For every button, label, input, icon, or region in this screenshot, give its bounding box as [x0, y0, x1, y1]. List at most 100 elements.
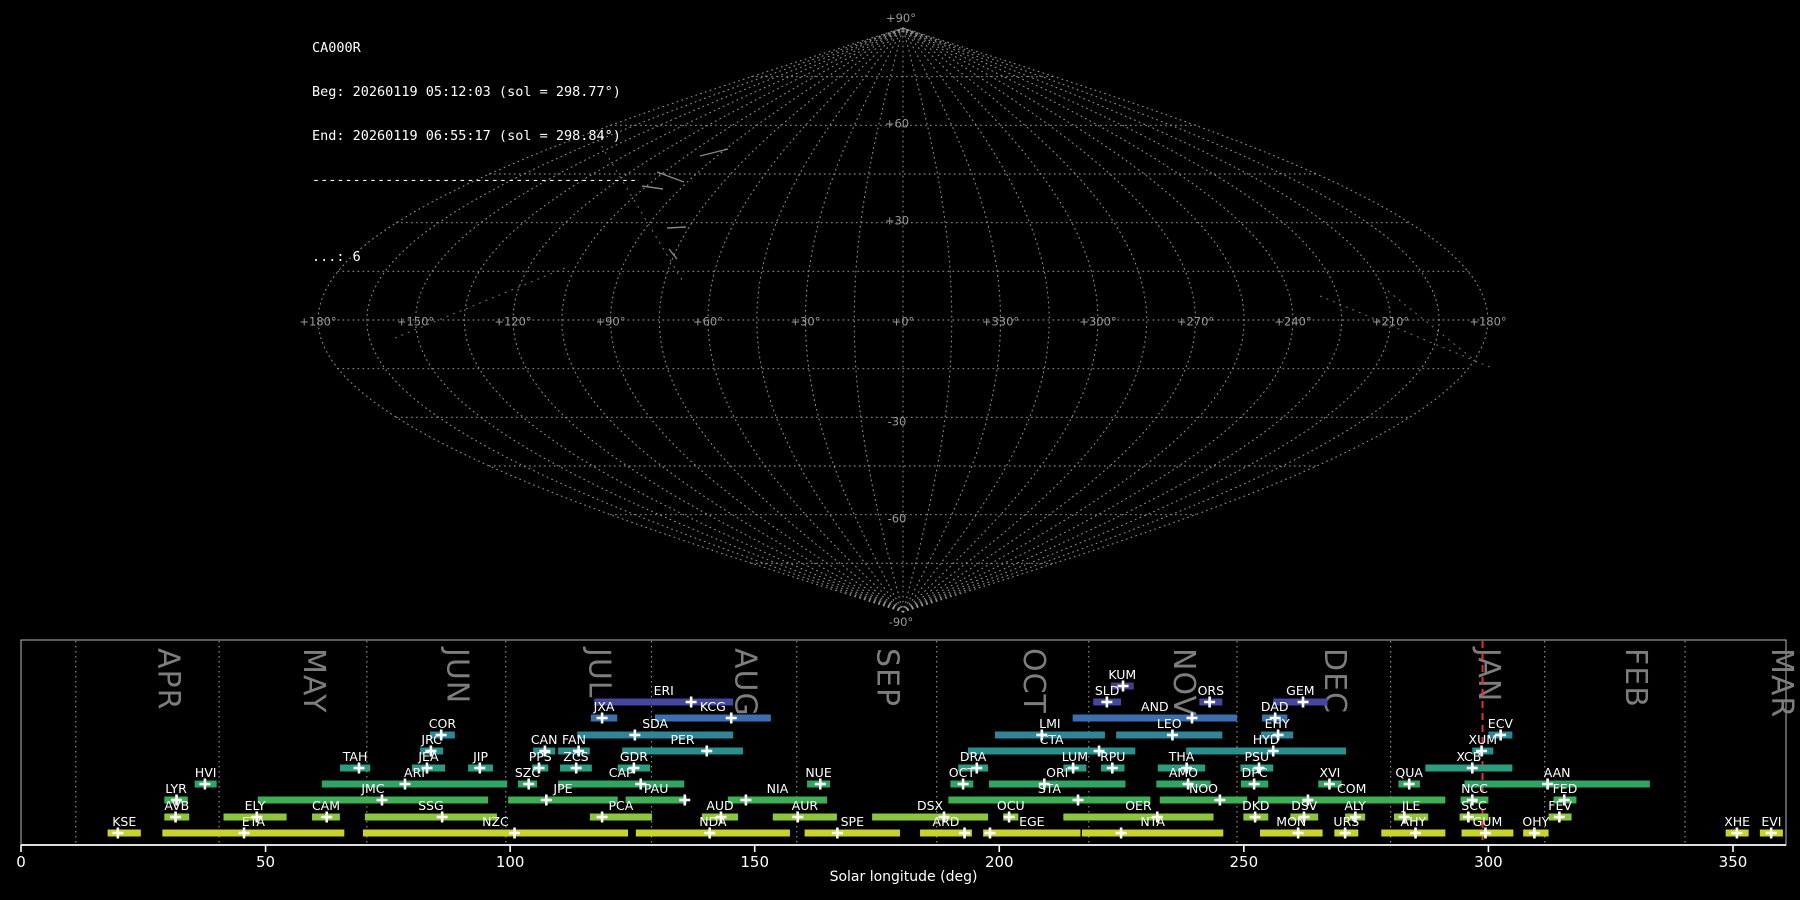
shower-bar-SDA	[577, 731, 734, 739]
shower-label-ETA: ETA	[242, 814, 266, 829]
shower-label-SDA: SDA	[642, 716, 668, 731]
shower-bar-JPE	[508, 796, 618, 804]
shower-label-JIP: JIP	[472, 749, 488, 764]
peak-marker-ERI	[685, 696, 697, 708]
shower-bar-JMC	[257, 796, 489, 804]
shower-label-THA: THA	[1168, 749, 1195, 764]
shower-label-URS: URS	[1333, 814, 1359, 829]
peak-marker-OCU	[1003, 811, 1015, 823]
shower-label-OHY: OHY	[1522, 814, 1549, 829]
shower-bar-STA	[948, 796, 1151, 804]
shower-label-PPS: PPS	[529, 749, 552, 764]
shower-label-KSE: KSE	[112, 814, 136, 829]
x-axis: 0 50 100 150 200 250 300 350 Solar longitude (de…	[16, 844, 1786, 885]
shower-label-CAM: CAM	[312, 798, 340, 813]
x-tick-label: 200	[985, 853, 1014, 871]
shower-label-SLD: SLD	[1095, 683, 1120, 698]
reference-arc	[1319, 295, 1493, 369]
peak-marker-LEO	[1166, 729, 1178, 741]
shower-label-QUA: QUA	[1395, 765, 1423, 780]
longitude-label: +90°	[595, 315, 625, 329]
session-info-block: CA000R Beg: 20260119 05:12:03 (sol = 298…	[312, 12, 637, 293]
figure-canvas: +90° -90° +180° +150° +120° +90° +60° +30° +0° +3…	[16, 11, 1799, 885]
shower-label-LUM: LUM	[1062, 749, 1088, 764]
x-tick-label: 150	[740, 853, 769, 871]
longitude-label: +60°	[693, 315, 723, 329]
shower-label-AUR: AUR	[792, 798, 819, 813]
peak-marker-PAU	[679, 794, 691, 806]
shower-label-FAN: FAN	[562, 732, 586, 747]
month-label: FEB	[1618, 648, 1653, 708]
meteor-trail	[641, 185, 664, 190]
peak-marker-NUE	[814, 778, 826, 790]
shower-label-XVI: XVI	[1320, 765, 1341, 780]
shower-label-OCT: OCT	[949, 765, 976, 780]
longitude-label: +330°	[982, 315, 1019, 329]
meteor-trail	[666, 226, 687, 229]
longitude-label: +120°	[494, 315, 531, 329]
shower-label-KCG: KCG	[700, 699, 726, 714]
shower-label-NZC: NZC	[482, 814, 509, 829]
shower-label-PER: PER	[670, 732, 694, 747]
shower-label-EVI: EVI	[1761, 814, 1781, 829]
peak-marker-DKD	[1249, 811, 1261, 823]
shower-bar-ETA	[162, 829, 345, 837]
shower-label-SPE: SPE	[841, 814, 864, 829]
peak-marker-XVI	[1323, 778, 1335, 790]
session-end: End: 20260119 06:55:17 (sol = 298.84°)	[312, 127, 621, 144]
peak-marker-PER	[701, 745, 713, 757]
month-label: JUN	[439, 646, 474, 704]
shower-label-LYR: LYR	[165, 781, 187, 796]
shower-bar-NTA	[1081, 829, 1224, 837]
peak-marker-STA	[1072, 794, 1084, 806]
shower-label-NCC: NCC	[1461, 781, 1488, 796]
shower-label-SZC: SZC	[515, 765, 540, 780]
shower-label-DSX: DSX	[917, 798, 944, 813]
shower-label-DPC: DPC	[1242, 765, 1268, 780]
peak-marker-HVI	[199, 778, 211, 790]
peak-marker-GEM	[1297, 696, 1309, 708]
shower-label-SSG: SSG	[418, 798, 444, 813]
peak-marker-SPE	[831, 827, 843, 839]
activity-chart: APR MAY JUN JUL AUG SEP OCT NOV DEC JAN FEB MARKUME…	[16, 639, 1799, 885]
peak-marker-AHY	[1410, 827, 1422, 839]
peak-marker-JIP	[474, 762, 486, 774]
peak-marker-SLD	[1101, 696, 1113, 708]
shower-bar-KCG	[654, 714, 771, 722]
shower-label-XUM: XUM	[1469, 732, 1498, 747]
shower-label-ARI: ARI	[404, 765, 425, 780]
shower-bar-NZC	[362, 829, 629, 837]
shower-label-LMI: LMI	[1039, 716, 1060, 731]
shower-label-CTA: CTA	[1040, 732, 1064, 747]
x-tick-label: 0	[16, 853, 26, 871]
shower-label-SCC: SCC	[1461, 798, 1487, 813]
x-tick-label: 50	[256, 853, 275, 871]
month-label: NOV	[1166, 648, 1201, 717]
peak-marker-AAN	[1542, 778, 1554, 790]
shower-label-ECV: ECV	[1488, 716, 1514, 731]
latitude-label: -30	[888, 414, 907, 428]
shower-label-COR: COR	[429, 716, 457, 731]
peak-marker-NIA	[740, 794, 752, 806]
peak-marker-MON	[1292, 827, 1304, 839]
month-label: JAN	[1471, 646, 1506, 702]
shower-label-AVB: AVB	[164, 798, 189, 813]
longitude-label: +210°	[1372, 315, 1409, 329]
shower-label-JMC: JMC	[360, 781, 384, 796]
longitude-label: +180°	[1469, 315, 1506, 329]
peak-marker-KSE	[112, 827, 124, 839]
shower-label-NOO: NOO	[1189, 781, 1218, 796]
map-meridian	[902, 27, 1392, 613]
peak-marker-LUM	[1067, 762, 1079, 774]
shower-label-DKD: DKD	[1242, 798, 1269, 813]
shower-label-HYD: HYD	[1253, 732, 1280, 747]
shower-label-JXA: JXA	[593, 699, 615, 714]
peak-marker-NDA	[704, 827, 716, 839]
longitude-label: +270°	[1177, 315, 1214, 329]
shower-label-DRA: DRA	[960, 749, 987, 764]
shower-bar-MON	[1259, 829, 1323, 837]
peak-marker-SSG	[436, 811, 448, 823]
shower-label-AAN: AAN	[1544, 765, 1571, 780]
shower-label-JEA: JEA	[417, 749, 439, 764]
peak-marker-ARD	[959, 827, 971, 839]
